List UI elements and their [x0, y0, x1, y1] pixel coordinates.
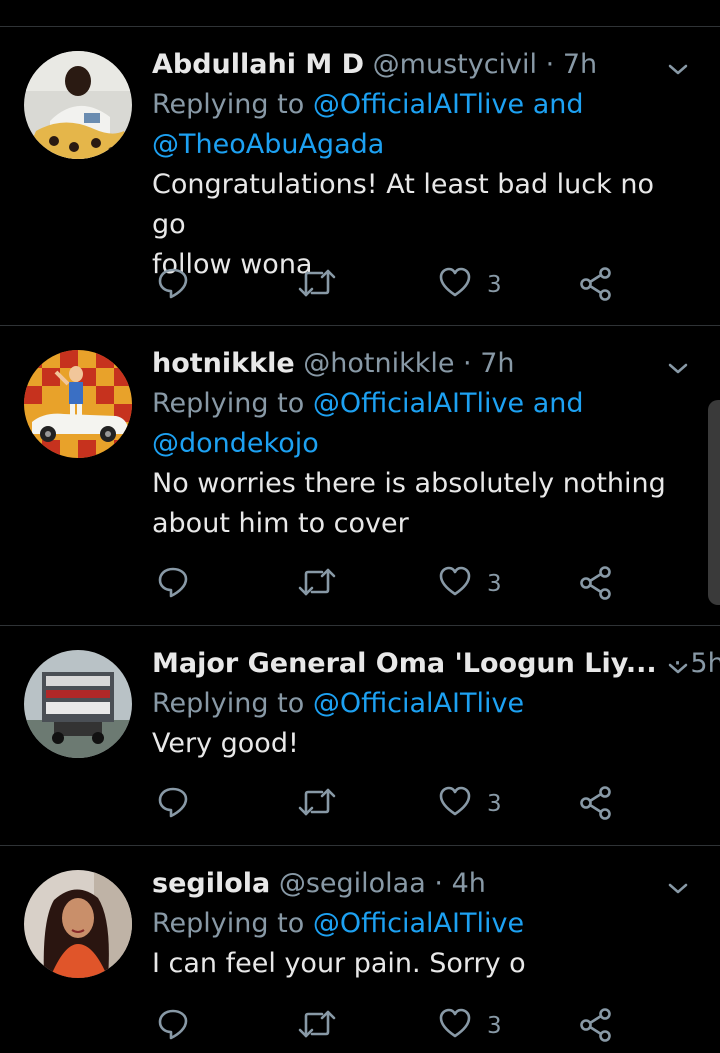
like-count: 3	[487, 571, 502, 597]
timestamp: 7h	[480, 348, 515, 379]
tweet-3[interactable]: Major General Oma 'Loogun Liy... · 5h Re…	[0, 626, 720, 846]
replying-to: Replying to @OfficialAITlive	[152, 684, 696, 724]
share-icon[interactable]	[579, 564, 613, 604]
display-name[interactable]: segilola	[152, 868, 270, 899]
like-icon[interactable]	[438, 564, 472, 604]
tweet-text: No worries there is absolutely nothing a…	[152, 464, 696, 544]
retweet-icon[interactable]	[298, 564, 336, 604]
mention-link[interactable]: @dondekojo	[152, 428, 319, 459]
tweet-1[interactable]: Abdullahi M D @mustycivil · 7h Replying …	[0, 27, 720, 326]
tweet-actions: 3	[0, 265, 720, 305]
like-count: 3	[487, 272, 502, 298]
retweet-icon[interactable]	[298, 1006, 336, 1046]
user-handle[interactable]: @mustycivil	[373, 49, 537, 80]
display-name[interactable]: Major General Oma 'Loogun Liy...	[152, 648, 657, 679]
replying-to: Replying to @OfficialAITlive and @dondek…	[152, 384, 696, 464]
mention-link[interactable]: @OfficialAITlive	[313, 89, 524, 120]
like-icon[interactable]	[438, 784, 472, 824]
reply-icon[interactable]	[157, 784, 189, 824]
timestamp: 4h	[451, 868, 486, 899]
replying-to: Replying to @OfficialAITlive and @TheoAb…	[152, 85, 696, 165]
share-icon[interactable]	[579, 784, 613, 824]
avatar-major-general[interactable]	[24, 650, 132, 758]
tweet-text: I can feel your pain. Sorry o	[152, 944, 696, 984]
mention-link[interactable]: @OfficialAITlive	[313, 688, 524, 719]
tweet-text-line: I can feel your pain. Sorry o	[152, 948, 526, 979]
display-name[interactable]: hotnikkle	[152, 348, 295, 379]
tweet-text: Very good!	[152, 724, 696, 764]
replying-to: Replying to @OfficialAITlive	[152, 904, 696, 944]
separator-dot: ·	[434, 868, 443, 899]
replying-to-label: Replying to	[152, 688, 305, 719]
timestamp: 7h	[562, 49, 598, 80]
tweet-text-line: Very good!	[152, 728, 299, 759]
replying-to-label: Replying to	[152, 89, 305, 120]
like-count: 3	[487, 1013, 502, 1039]
like-icon[interactable]	[438, 265, 472, 305]
tweet-actions: 3	[0, 1006, 720, 1046]
tweet-header: hotnikkle @hotnikkle · 7h	[152, 344, 696, 384]
share-icon[interactable]	[579, 265, 613, 305]
avatar-hotnikkle[interactable]	[24, 350, 132, 458]
scrollbar-thumb[interactable]	[708, 400, 720, 605]
mention-and[interactable]: and	[533, 388, 584, 419]
user-handle[interactable]: @segilolaa	[279, 868, 426, 899]
reply-icon[interactable]	[157, 265, 189, 305]
mention-link[interactable]: @OfficialAITlive	[313, 908, 524, 939]
chevron-down-icon[interactable]	[664, 352, 692, 376]
chevron-down-icon[interactable]	[664, 53, 692, 77]
tweet-header: segilola @segilolaa · 4h	[152, 864, 696, 904]
tweet-text-line: about him to cover	[152, 508, 409, 539]
mention-and[interactable]: and	[533, 89, 584, 120]
retweet-icon[interactable]	[298, 265, 336, 305]
replying-to-label: Replying to	[152, 388, 305, 419]
retweet-icon[interactable]	[298, 784, 336, 824]
like-icon[interactable]	[438, 1006, 472, 1046]
avatar-segilola[interactable]	[24, 870, 132, 978]
reply-icon[interactable]	[157, 1006, 189, 1046]
user-handle[interactable]: @hotnikkle	[303, 348, 454, 379]
tweet-4[interactable]: segilola @segilolaa · 4h Replying to @Of…	[0, 846, 720, 1053]
tweet-text-line: No worries there is absolutely nothing	[152, 468, 666, 499]
mention-link[interactable]: @OfficialAITlive	[313, 388, 524, 419]
separator-dot: ·	[545, 49, 555, 80]
replying-to-label: Replying to	[152, 908, 305, 939]
tweet-actions: 3	[0, 784, 720, 824]
reply-icon[interactable]	[157, 564, 189, 604]
tweet-header: Abdullahi M D @mustycivil · 7h	[152, 45, 696, 85]
chevron-down-icon[interactable]	[664, 872, 692, 896]
separator-dot: ·	[463, 348, 472, 379]
tweet-text-line: Congratulations! At least bad luck no go	[152, 169, 654, 240]
chevron-down-icon[interactable]	[664, 652, 692, 676]
tweet-actions: 3	[0, 564, 720, 604]
display-name[interactable]: Abdullahi M D	[152, 49, 364, 80]
mention-link[interactable]: @TheoAbuAgada	[152, 129, 384, 160]
share-icon[interactable]	[579, 1006, 613, 1046]
like-count: 3	[487, 791, 502, 817]
tweet-2[interactable]: hotnikkle @hotnikkle · 7h Replying to @O…	[0, 326, 720, 626]
avatar-abdullahi[interactable]	[24, 51, 132, 159]
timestamp: 5h	[690, 648, 720, 679]
tweet-header: Major General Oma 'Loogun Liy... · 5h	[152, 644, 720, 684]
